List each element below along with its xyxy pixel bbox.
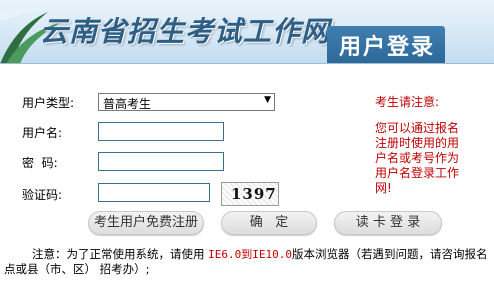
site-title: 云南省招生考试工作网 — [40, 15, 331, 48]
captcha-label: 验证码: — [22, 188, 63, 202]
notice-title: 考生请注意: — [375, 95, 440, 109]
header-divider — [0, 63, 494, 64]
captcha-image-text: 1397 — [231, 185, 277, 203]
confirm-button[interactable]: 确 定 — [221, 211, 317, 235]
user-type-select[interactable]: 普高考生 ▼ — [98, 93, 275, 111]
footer-browser-version: IE6.0到IE10.0 — [208, 248, 293, 261]
login-tab: 用户登录 — [327, 26, 445, 64]
user-type-selected-value: 普高考生 — [103, 97, 152, 111]
login-tab-label: 用户登录 — [339, 35, 436, 60]
dropdown-arrow-icon: ▼ — [264, 95, 271, 105]
register-button[interactable]: 考生用户免费注册 — [88, 211, 204, 235]
username-label: 用户名: — [22, 126, 63, 140]
password-label: 密 码: — [22, 156, 58, 170]
password-input[interactable] — [98, 152, 224, 171]
captcha-image[interactable]: 1397 — [221, 182, 279, 206]
header-banner: 云南省招生考试工作网 用户登录 — [0, 0, 494, 64]
login-page: 云南省招生考试工作网 用户登录 用户类型: 普高考生 ▼ 用户名: 密 码: 验… — [0, 0, 494, 288]
user-type-label: 用户类型: — [22, 96, 75, 110]
footer-notice: 注意：为了正常使用系统，请使用 IE6.0到IE10.0版本浏览器（若遇到问题，… — [4, 247, 492, 277]
notice-body: 您可以通过报名注册时使用的用户名或考号作为用户名登录工作网! — [375, 121, 460, 195]
captcha-input[interactable] — [98, 183, 210, 202]
username-input[interactable] — [98, 122, 224, 141]
footer-prefix: 注意：为了正常使用系统，请使用 — [32, 247, 209, 261]
card-login-button[interactable]: 读 卡 登 录 — [334, 211, 442, 235]
